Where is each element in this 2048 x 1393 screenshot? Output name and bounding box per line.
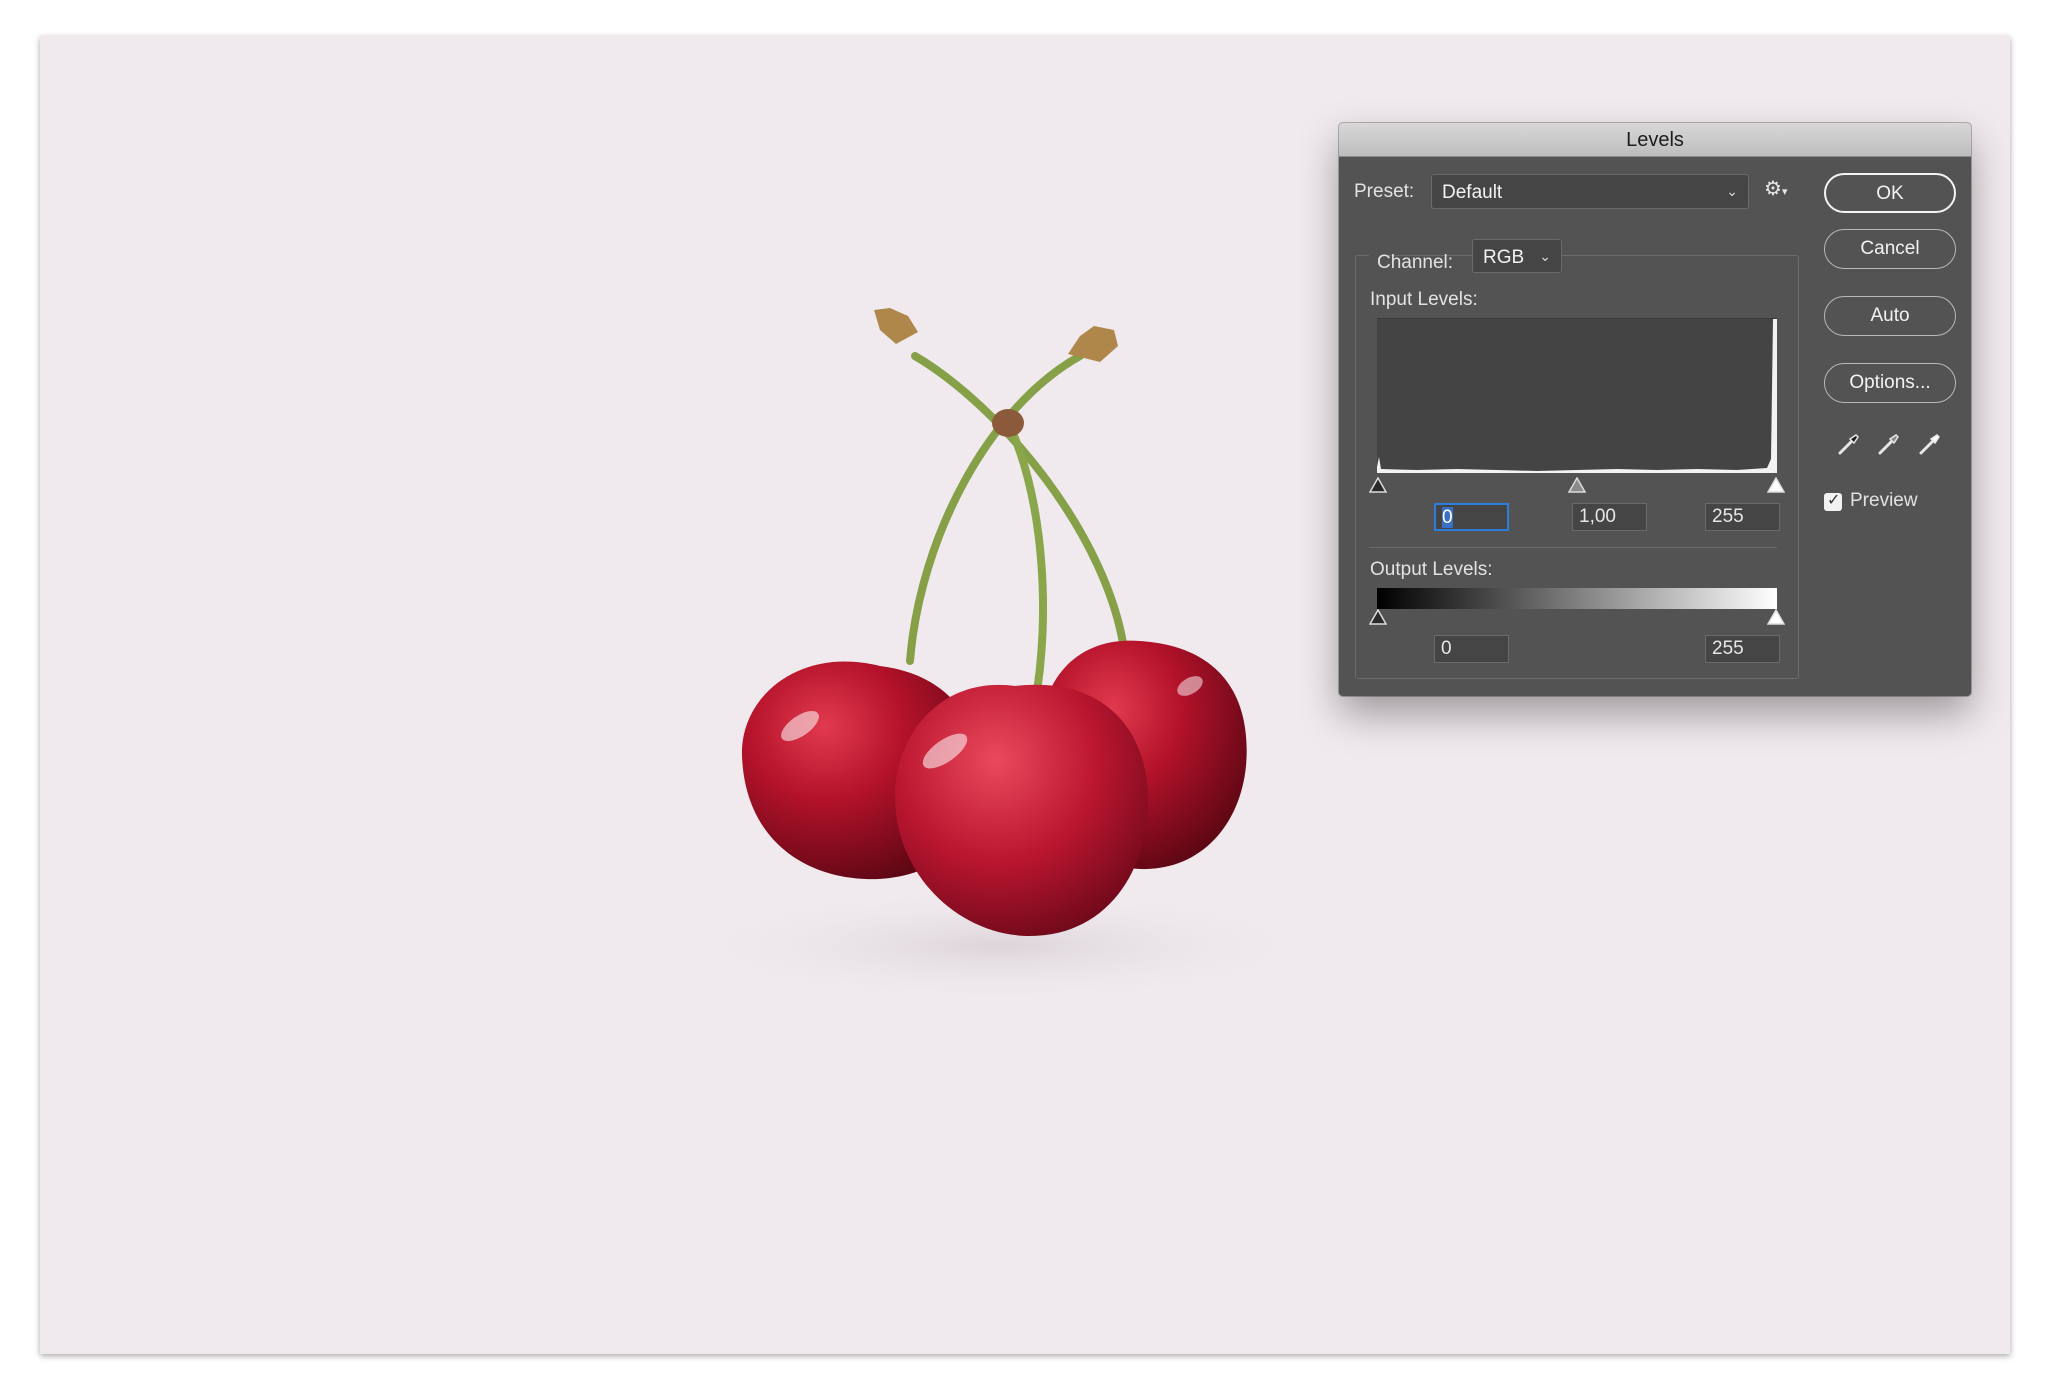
input-black-slider[interactable] <box>1369 477 1387 493</box>
input-gamma-value: 1,00 <box>1579 506 1616 527</box>
channel-label: Channel: <box>1377 252 1454 273</box>
input-gamma-field[interactable]: 1,00 <box>1572 503 1647 531</box>
input-white-value: 255 <box>1712 506 1744 527</box>
options-button[interactable]: Options... <box>1824 363 1956 403</box>
input-black-field[interactable]: 0 <box>1434 503 1509 531</box>
output-white-field[interactable]: 255 <box>1705 635 1780 663</box>
check-icon: ✓ <box>1827 492 1841 509</box>
input-black-value: 0 <box>1442 507 1453 528</box>
histogram <box>1377 318 1777 473</box>
auto-button[interactable]: Auto <box>1824 296 1956 336</box>
preview-checkbox[interactable]: ✓ <box>1824 492 1842 511</box>
output-white-value: 255 <box>1712 638 1744 659</box>
preset-label: Preset: <box>1354 181 1415 202</box>
channel-select[interactable]: RGB ⌄ <box>1472 239 1562 273</box>
input-white-slider[interactable] <box>1767 477 1785 493</box>
document-canvas[interactable]: Levels Preset: Default ⌄ ⚙▾ Channel: RGB… <box>40 36 2010 1354</box>
white-point-eyedropper-icon[interactable] <box>1917 431 1943 457</box>
chevron-down-icon: ⌄ <box>1726 183 1738 199</box>
output-levels-label: Output Levels: <box>1370 559 1493 580</box>
output-white-slider[interactable] <box>1767 609 1785 625</box>
output-gradient-bar <box>1377 588 1777 609</box>
black-point-eyedropper-icon[interactable] <box>1836 431 1862 457</box>
gear-icon[interactable]: ⚙▾ <box>1764 176 1787 201</box>
preset-value: Default <box>1442 182 1503 203</box>
channel-row: Channel: <box>1369 242 1453 282</box>
dialog-title: Levels <box>1626 129 1684 151</box>
input-gamma-slider[interactable] <box>1568 477 1586 493</box>
preset-select[interactable]: Default ⌄ <box>1431 174 1749 209</box>
preview-label: Preview <box>1850 490 1918 511</box>
dialog-titlebar[interactable]: Levels <box>1339 123 1971 157</box>
channel-value: RGB <box>1483 247 1525 268</box>
ok-button[interactable]: OK <box>1824 173 1956 213</box>
cancel-button[interactable]: Cancel <box>1824 229 1956 269</box>
gray-point-eyedropper-icon[interactable] <box>1876 431 1902 457</box>
chevron-down-icon: ⌄ <box>1539 248 1551 264</box>
output-black-field[interactable]: 0 <box>1434 635 1509 663</box>
output-black-value: 0 <box>1441 638 1452 659</box>
output-black-slider[interactable] <box>1369 609 1387 625</box>
input-white-field[interactable]: 255 <box>1705 503 1780 531</box>
divider <box>1369 547 1777 548</box>
levels-dialog: Levels Preset: Default ⌄ ⚙▾ Channel: RGB… <box>1339 123 1971 696</box>
input-levels-label: Input Levels: <box>1370 289 1478 310</box>
